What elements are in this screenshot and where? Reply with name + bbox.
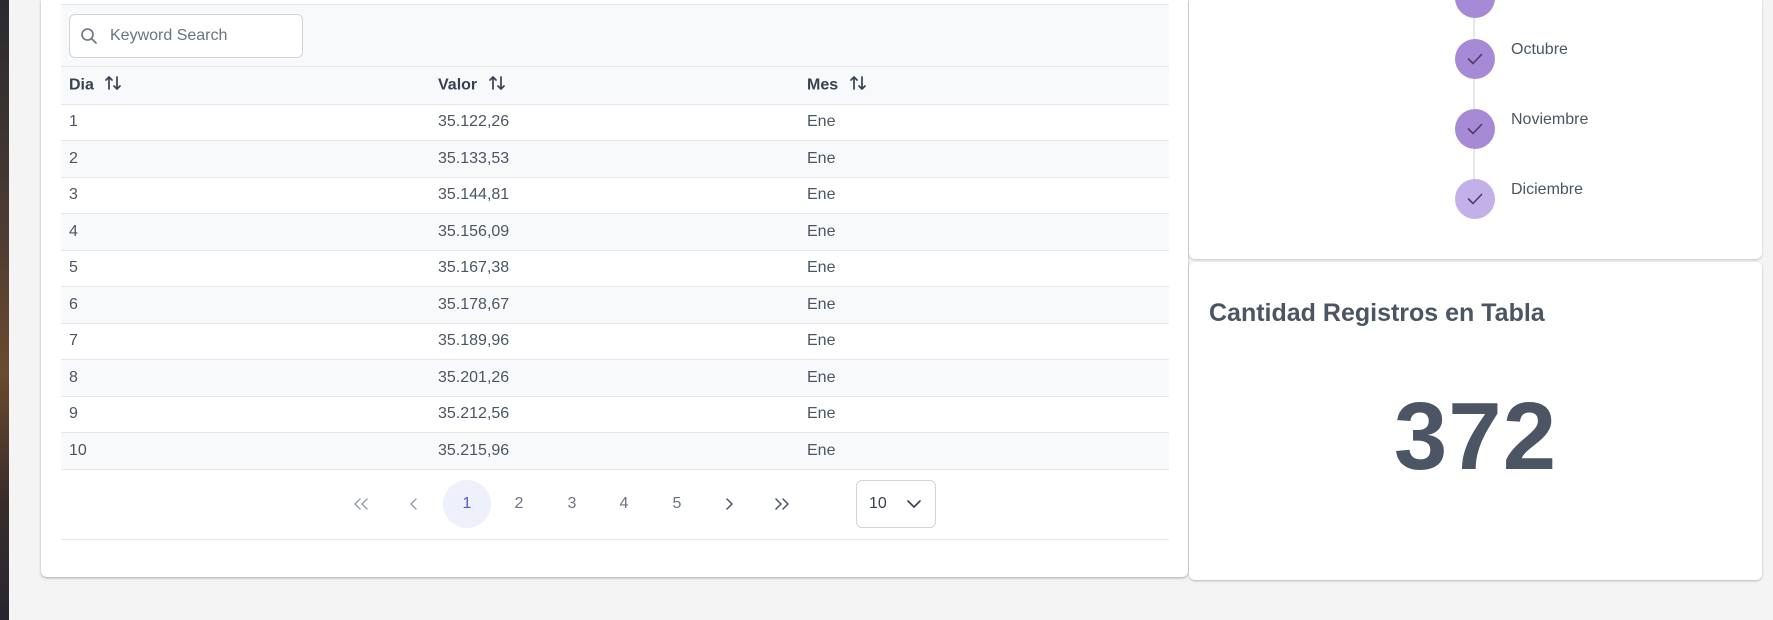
table-row[interactable]: 10 35.215,96 Ene xyxy=(61,432,1169,470)
cell-mes: Ene xyxy=(799,359,1169,397)
cell-valor: 35.133,53 xyxy=(430,140,799,178)
sort-icon[interactable] xyxy=(488,74,506,97)
cell-dia: 5 xyxy=(61,250,430,287)
check-icon xyxy=(1467,193,1483,205)
cell-mes: Ene xyxy=(799,432,1169,470)
page-button-5[interactable]: 5 xyxy=(653,480,701,528)
cell-mes: Ene xyxy=(799,286,1169,324)
timeline-connector xyxy=(1473,0,1475,200)
prev-page-button[interactable] xyxy=(390,480,438,528)
cell-dia: 3 xyxy=(61,177,430,214)
cell-valor: 35.201,26 xyxy=(430,359,799,397)
double-chevron-right-icon xyxy=(775,497,789,510)
cell-valor: 35.189,96 xyxy=(430,323,799,360)
record-count-card: Cantidad Registros en Tabla 372 xyxy=(1189,262,1762,580)
column-header-label: Valor xyxy=(438,76,478,94)
timeline-marker xyxy=(1455,39,1495,79)
page-button-3[interactable]: 3 xyxy=(548,480,596,528)
cell-mes: Ene xyxy=(799,104,1169,141)
column-header-valor[interactable]: Valor xyxy=(430,67,799,105)
cell-mes: Ene xyxy=(799,396,1169,433)
table-row[interactable]: 4 35.156,09 Ene xyxy=(61,213,1169,251)
cell-dia: 4 xyxy=(61,213,430,251)
data-table: Dia Valor Mes xyxy=(61,4,1169,540)
chevron-left-icon xyxy=(410,497,417,510)
sort-icon[interactable] xyxy=(104,74,122,97)
check-icon xyxy=(1467,53,1483,65)
timeline-marker xyxy=(1455,179,1495,219)
cell-mes: Ene xyxy=(799,177,1169,214)
column-header-mes[interactable]: Mes xyxy=(799,67,1169,105)
timeline-item-label: Noviembre xyxy=(1511,111,1589,128)
cell-dia: 1 xyxy=(61,104,430,141)
chevron-right-icon xyxy=(726,497,733,510)
search-input[interactable] xyxy=(110,27,290,45)
table-toolbar xyxy=(61,5,1169,67)
last-page-button[interactable] xyxy=(758,480,806,528)
cell-dia: 7 xyxy=(61,323,430,360)
paginator: 1 2 3 4 5 10 xyxy=(61,470,1169,540)
cell-dia: 10 xyxy=(61,432,430,470)
cell-mes: Ene xyxy=(799,323,1169,360)
cell-mes: Ene xyxy=(799,213,1169,251)
cell-dia: 2 xyxy=(61,140,430,178)
table-row[interactable]: 3 35.144,81 Ene xyxy=(61,177,1169,214)
cell-valor: 35.167,38 xyxy=(430,250,799,287)
months-timeline-card: Octubre Noviembre Diciembre xyxy=(1189,0,1762,259)
rows-per-page-value: 10 xyxy=(869,494,887,512)
table-row[interactable]: 5 35.167,38 Ene xyxy=(61,250,1169,287)
cell-mes: Ene xyxy=(799,140,1169,178)
rows-per-page-select[interactable]: 10 xyxy=(856,479,936,528)
timeline-item-label: Octubre xyxy=(1511,41,1568,58)
card-title: Cantidad Registros en Tabla xyxy=(1209,299,1545,327)
check-icon xyxy=(1467,123,1483,135)
first-page-button[interactable] xyxy=(337,480,385,528)
cell-valor: 35.212,56 xyxy=(430,396,799,433)
desktop-wallpaper-edge xyxy=(0,0,9,620)
column-header-label: Mes xyxy=(807,76,839,94)
column-header-dia[interactable]: Dia xyxy=(61,67,430,105)
cell-valor: 35.156,09 xyxy=(430,213,799,251)
page-button-2[interactable]: 2 xyxy=(495,480,543,528)
cell-valor: 35.144,81 xyxy=(430,177,799,214)
table-header-row: Dia Valor Mes xyxy=(61,67,1169,105)
cell-valor: 35.178,67 xyxy=(430,286,799,324)
table-row[interactable]: 7 35.189,96 Ene xyxy=(61,323,1169,360)
search-field[interactable] xyxy=(69,14,303,58)
column-header-label: Dia xyxy=(69,76,94,94)
data-table-card: Dia Valor Mes xyxy=(41,0,1188,577)
record-count-value: 372 xyxy=(1393,383,1558,490)
records-table: Dia Valor Mes 1 35.122,26 Ene 2 35.133,5… xyxy=(61,67,1169,470)
chevron-down-icon xyxy=(907,499,921,508)
cell-mes: Ene xyxy=(799,250,1169,287)
timeline-marker xyxy=(1455,109,1495,149)
double-chevron-left-icon xyxy=(354,497,368,510)
table-row[interactable]: 1 35.122,26 Ene xyxy=(61,104,1169,141)
next-page-button[interactable] xyxy=(705,480,753,528)
cell-valor: 35.215,96 xyxy=(430,432,799,470)
sort-icon[interactable] xyxy=(849,74,867,97)
timeline-marker xyxy=(1455,0,1495,18)
cell-dia: 9 xyxy=(61,396,430,433)
page-button-1[interactable]: 1 xyxy=(443,479,491,528)
table-row[interactable]: 9 35.212,56 Ene xyxy=(61,396,1169,433)
table-row[interactable]: 6 35.178,67 Ene xyxy=(61,286,1169,324)
search-icon xyxy=(81,28,97,44)
cell-dia: 8 xyxy=(61,359,430,397)
table-row[interactable]: 2 35.133,53 Ene xyxy=(61,140,1169,178)
cell-valor: 35.122,26 xyxy=(430,104,799,141)
page-button-4[interactable]: 4 xyxy=(600,480,648,528)
cell-dia: 6 xyxy=(61,286,430,324)
timeline-item-label: Diciembre xyxy=(1511,181,1584,198)
table-row[interactable]: 8 35.201,26 Ene xyxy=(61,359,1169,397)
